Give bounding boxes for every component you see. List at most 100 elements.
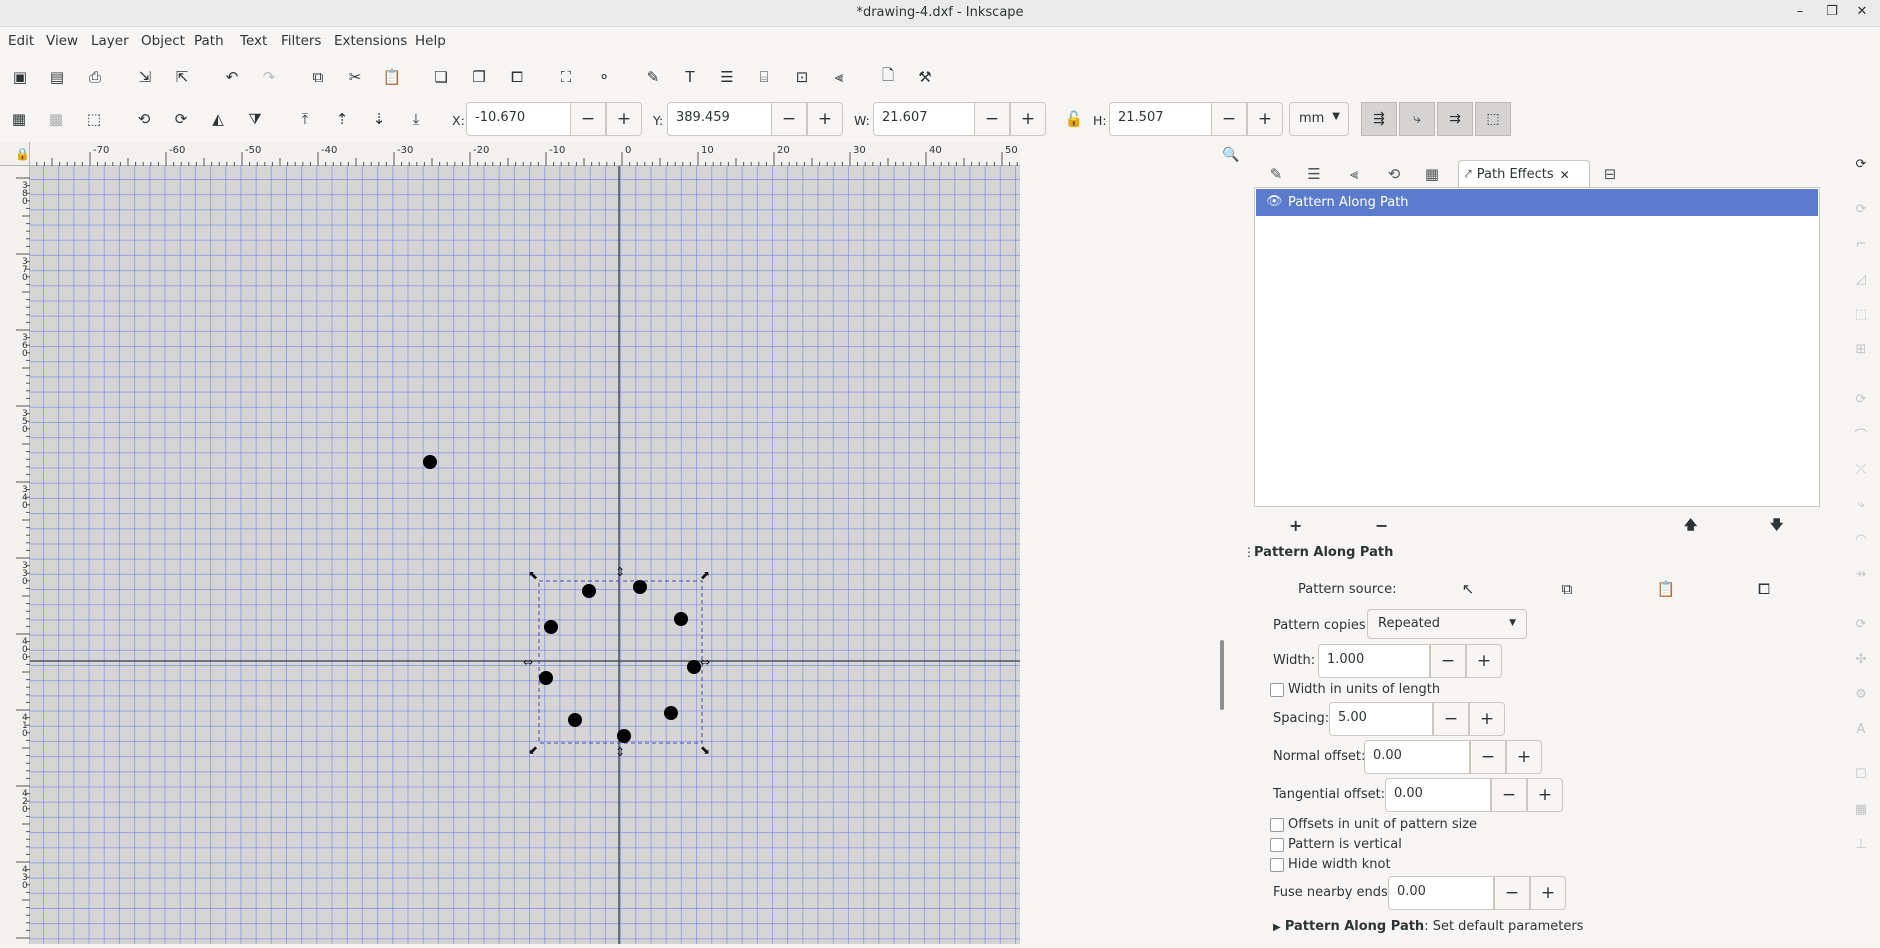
- lock-guides-icon[interactable]: 🔒: [15, 147, 30, 161]
- ruler-corner[interactable]: 🔒: [0, 142, 30, 166]
- spacing-increment-button[interactable]: +: [1469, 702, 1505, 736]
- preferences-icon[interactable]: ⚒: [913, 65, 937, 89]
- hide-width-knot-checkbox[interactable]: [1270, 858, 1284, 872]
- rotate-cw-icon[interactable]: ⟳: [169, 107, 193, 131]
- redo-icon[interactable]: ↷: [257, 65, 281, 89]
- default-parameters-expander[interactable]: ▶ Pattern Along Path: Set default parame…: [1273, 919, 1583, 934]
- horizontal-ruler[interactable]: -70-60-50-40-30-20-10010203040506070: [30, 142, 1170, 166]
- unlink-clone-icon[interactable]: ⧠: [505, 65, 529, 89]
- document-properties-icon[interactable]: 🗋: [876, 65, 900, 89]
- pattern-copies-dropdown[interactable]: Repeated ▼: [1367, 609, 1527, 639]
- width-increment-button[interactable]: +: [1466, 644, 1502, 678]
- snap-cusp-icon[interactable]: ⤷: [1852, 495, 1870, 513]
- x-increment-button[interactable]: +: [606, 102, 642, 136]
- menu-extensions[interactable]: Extensions: [334, 33, 407, 49]
- w-input[interactable]: 21.607: [873, 102, 975, 136]
- text-font-icon[interactable]: T: [678, 65, 702, 89]
- unit-dropdown[interactable]: mm ▼: [1289, 102, 1349, 136]
- h-increment-button[interactable]: +: [1247, 102, 1283, 136]
- close-tab-icon[interactable]: ✕: [1560, 168, 1570, 182]
- snap-object-center-icon[interactable]: ✣: [1852, 650, 1870, 668]
- snap-smooth-icon[interactable]: ◠: [1852, 530, 1870, 548]
- vertical-ruler[interactable]: 380370360350340330400410420430: [0, 166, 30, 944]
- group-icon[interactable]: ⛶: [554, 65, 578, 89]
- paste-path-icon[interactable]: 📋: [1654, 577, 1678, 601]
- offsets-unit-checkbox[interactable]: [1270, 818, 1284, 832]
- eye-icon[interactable]: 👁: [1266, 194, 1283, 209]
- list-item[interactable]: 👁 Pattern Along Path: [1256, 189, 1818, 216]
- menu-edit[interactable]: Edit: [8, 33, 34, 49]
- ungroup-icon[interactable]: ⚬: [592, 65, 616, 89]
- transform-gradients-toggle[interactable]: ⇉: [1437, 102, 1473, 136]
- transform-patterns-toggle[interactable]: ⬚: [1475, 102, 1511, 136]
- snap-page-border-icon[interactable]: ☐: [1852, 765, 1870, 783]
- snap-grid-icon[interactable]: ▦: [1852, 800, 1870, 818]
- fill-stroke-icon[interactable]: ✎: [641, 65, 665, 89]
- x-input[interactable]: -10.670: [466, 102, 571, 136]
- flip-vertical-icon[interactable]: ⧩: [243, 107, 267, 131]
- fuse-ends-input[interactable]: 0.00: [1388, 876, 1494, 910]
- menu-filters[interactable]: Filters: [281, 33, 321, 49]
- snap-nodes-icon[interactable]: ⟳: [1852, 390, 1870, 408]
- raise-to-top-icon[interactable]: ⤒: [293, 107, 317, 131]
- align-distribute-icon[interactable]: ⫷: [827, 65, 851, 89]
- copy-icon[interactable]: ⧉: [306, 65, 330, 89]
- lower-to-bottom-icon[interactable]: ⤓: [404, 107, 428, 131]
- snap-guide-icon[interactable]: ⊥: [1852, 835, 1870, 853]
- import-icon[interactable]: ⇲: [133, 65, 157, 89]
- spacing-decrement-button[interactable]: −: [1433, 702, 1469, 736]
- pattern-vertical-checkbox[interactable]: [1270, 838, 1284, 852]
- scale-stroke-toggle[interactable]: ⇶: [1361, 102, 1397, 136]
- lower-icon[interactable]: ⇣: [367, 107, 391, 131]
- tangential-offset-increment-button[interactable]: +: [1527, 778, 1563, 812]
- move-effect-down-button[interactable]: 🡇: [1770, 516, 1783, 538]
- normal-offset-input[interactable]: 0.00: [1364, 740, 1470, 774]
- tangential-offset-decrement-button[interactable]: −: [1491, 778, 1527, 812]
- snap-path-icon[interactable]: ⌒: [1852, 425, 1870, 444]
- menu-layer[interactable]: Layer: [91, 33, 129, 49]
- maximize-button[interactable]: ❐: [1822, 4, 1842, 22]
- layers-icon[interactable]: ☰: [715, 65, 739, 89]
- menu-help[interactable]: Help: [415, 33, 446, 49]
- tab-fill-stroke[interactable]: ✎: [1264, 162, 1288, 186]
- lock-ratio-icon[interactable]: 🔓: [1062, 107, 1086, 131]
- y-decrement-button[interactable]: −: [771, 102, 807, 136]
- remove-effect-button[interactable]: −: [1375, 516, 1388, 535]
- snap-others-icon[interactable]: ⟳: [1852, 615, 1870, 633]
- menu-text[interactable]: Text: [240, 33, 267, 49]
- link-path-icon[interactable]: ⧠: [1752, 577, 1776, 601]
- normal-offset-decrement-button[interactable]: −: [1470, 740, 1506, 774]
- tab-align[interactable]: ⫷: [1342, 162, 1366, 186]
- snap-bbox-edge-icon[interactable]: ⌐: [1852, 235, 1870, 253]
- objects-icon[interactable]: ⊡: [790, 65, 814, 89]
- rotate-ccw-icon[interactable]: ⟲: [132, 107, 156, 131]
- paste-icon[interactable]: 📋: [380, 65, 404, 89]
- tab-objects[interactable]: ▦: [1420, 162, 1444, 186]
- snap-toggle-icon[interactable]: ⟳: [1852, 155, 1870, 173]
- export-icon[interactable]: ⇱: [170, 65, 194, 89]
- width-decrement-button[interactable]: −: [1430, 644, 1466, 678]
- menu-view[interactable]: View: [46, 33, 78, 49]
- duplicate-icon[interactable]: ❏: [429, 65, 453, 89]
- snap-bbox-midpoint-icon[interactable]: ⬚: [1852, 305, 1870, 323]
- select-all-icon[interactable]: ▦: [7, 107, 31, 131]
- tab-path-effects[interactable]: ⤤ Path Effects ✕: [1458, 160, 1590, 188]
- drawing-canvas[interactable]: ⬉ ⇕ ⬈ ⇔ ⇔ ⬋ ⇕ ⬊: [30, 166, 1020, 944]
- fuse-ends-increment-button[interactable]: +: [1530, 876, 1566, 910]
- minimize-button[interactable]: –: [1790, 4, 1810, 22]
- snap-line-midpoint-icon[interactable]: ⇸: [1852, 565, 1870, 583]
- edit-on-canvas-icon[interactable]: ↖: [1456, 577, 1480, 601]
- zoom-icon[interactable]: 🔍: [1222, 147, 1239, 163]
- menu-object[interactable]: Object: [141, 33, 185, 49]
- flip-horizontal-icon[interactable]: ◭: [206, 107, 230, 131]
- print-icon[interactable]: ⎙: [83, 65, 107, 89]
- width-in-units-checkbox[interactable]: [1270, 683, 1284, 697]
- width-input[interactable]: 1.000: [1318, 644, 1430, 678]
- clone-icon[interactable]: ❐: [467, 65, 491, 89]
- fuse-ends-decrement-button[interactable]: −: [1494, 876, 1530, 910]
- raise-icon[interactable]: ⇡: [330, 107, 354, 131]
- y-increment-button[interactable]: +: [807, 102, 843, 136]
- snap-text-baseline-icon[interactable]: A: [1852, 720, 1870, 738]
- cut-icon[interactable]: ✂: [343, 65, 367, 89]
- copy-path-icon[interactable]: ⧉: [1555, 577, 1579, 601]
